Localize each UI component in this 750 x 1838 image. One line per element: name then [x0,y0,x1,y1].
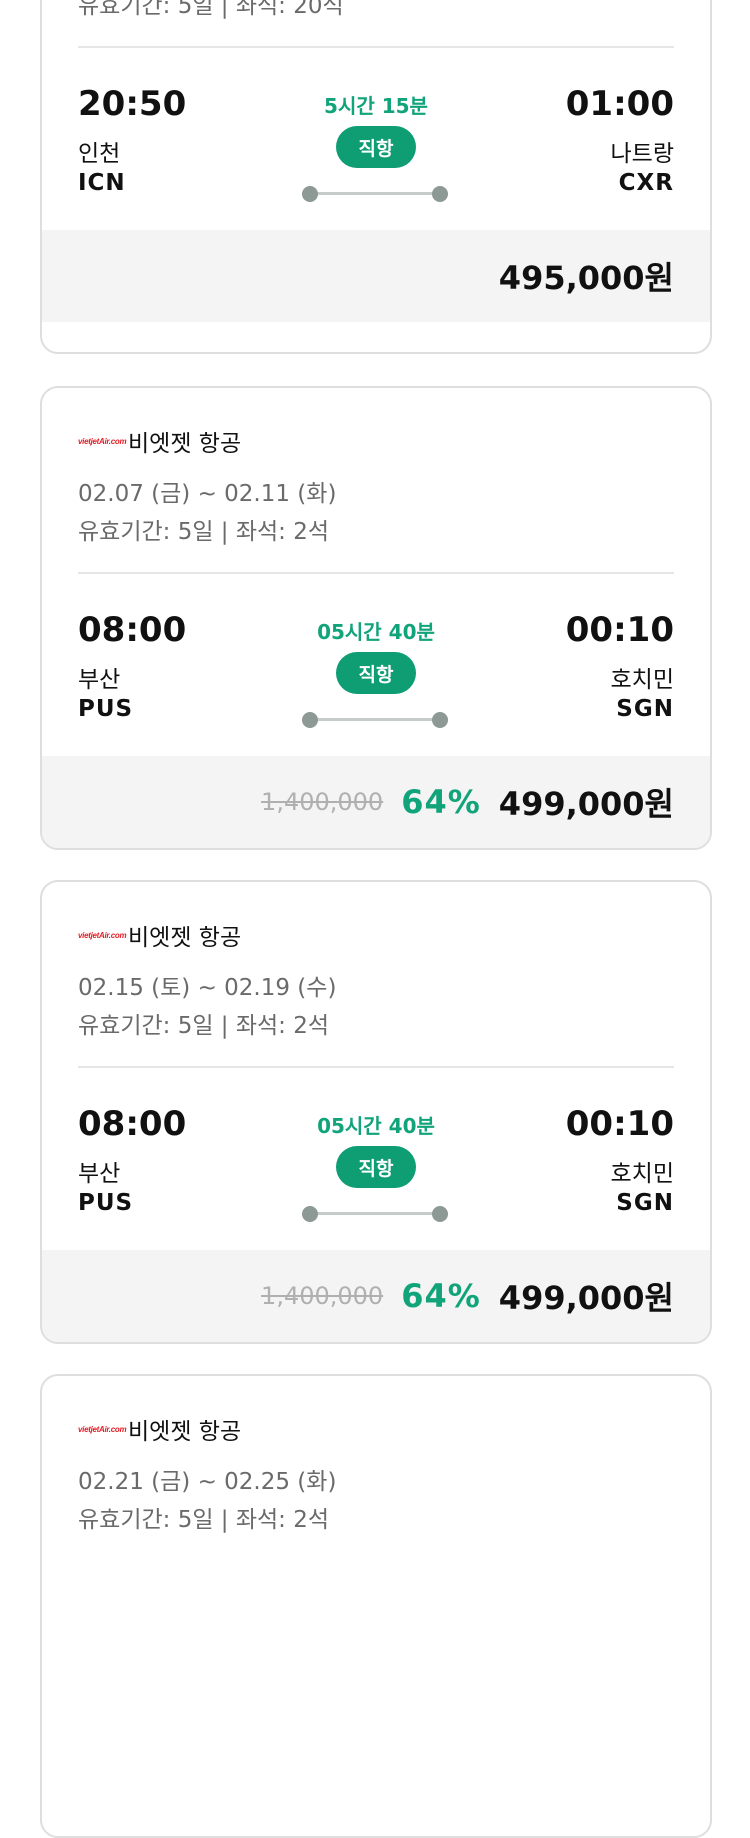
arrival-time: 00:10 [565,610,674,650]
airline-name: 비엣젯 항공 [128,925,242,951]
route-line [310,1212,442,1215]
arrival-time: 01:00 [565,84,674,124]
airline-name: 비엣젯 항공 [128,431,242,457]
arrival-city: 호치민 [610,667,674,693]
travel-dates: 02.07 (금) ~ 02.11 (화) [78,481,337,507]
route-line [310,718,442,721]
price-row: 495,000원 [463,230,674,322]
airline-name: 비엣젯 항공 [128,1419,242,1445]
departure-city: 인천 [78,141,121,167]
direct-flight-badge: 직항 [336,1146,416,1188]
airline-logo: vietjetAir.com [78,930,127,940]
flight-card[interactable]: vietjetAir.com 비엣젯 항공 02.21 (금) ~ 02.25 … [40,1374,712,1838]
airline-row: vietjetAir.com 비엣젯 항공 [78,426,242,457]
sale-price: 499,000원 [498,1279,674,1317]
flight-card[interactable]: 유효기간: 5일 | 좌석: 20석 20:50 인천 ICN 5시간 15분 … [40,0,712,354]
validity-seats: 유효기간: 5일 | 좌석: 2석 [78,1013,330,1039]
travel-dates: 02.15 (토) ~ 02.19 (수) [78,975,337,1001]
validity-seats: 유효기간: 5일 | 좌석: 2석 [78,519,330,545]
airline-logo: vietjetAir.com [78,1424,127,1434]
departure-code: PUS [78,1190,134,1216]
sale-price: 495,000원 [498,259,674,297]
price-row: 1,400,000 64% 499,000원 [261,756,674,848]
travel-dates: 02.21 (금) ~ 02.25 (화) [78,1469,337,1495]
flight-card[interactable]: vietjetAir.com 비엣젯 항공 02.07 (금) ~ 02.11 … [40,386,712,850]
flight-card[interactable]: vietjetAir.com 비엣젯 항공 02.15 (토) ~ 02.19 … [40,880,712,1344]
departure-code: ICN [78,170,126,196]
arrival-time: 00:10 [565,1104,674,1144]
arrival-code: SGN [616,696,674,722]
origin-dot-icon [302,1206,318,1222]
original-price: 1,400,000 [261,788,384,816]
price-bar: 1,400,000 64% 499,000원 [42,1250,710,1342]
direct-flight-badge: 직항 [336,652,416,694]
divider [78,1066,674,1068]
route-line [310,192,442,195]
destination-dot-icon [432,186,448,202]
airline-row: vietjetAir.com 비엣젯 항공 [78,1414,242,1445]
airline-logo: vietjetAir.com [78,436,127,446]
arrival-code: SGN [616,1190,674,1216]
destination-dot-icon [432,712,448,728]
validity-seats: 유효기간: 5일 | 좌석: 2석 [78,1507,330,1533]
airline-row: vietjetAir.com 비엣젯 항공 [78,920,242,951]
discount-rate: 64% [401,783,481,821]
validity-seats: 유효기간: 5일 | 좌석: 20석 [78,0,344,19]
arrival-code: CXR [618,170,674,196]
divider [78,46,674,48]
discount-rate: 64% [401,1277,481,1315]
price-row: 1,400,000 64% 499,000원 [261,1250,674,1342]
departure-city: 부산 [78,1161,121,1187]
price-bar: 495,000원 [42,230,710,322]
arrival-city: 나트랑 [610,141,674,167]
departure-city: 부산 [78,667,121,693]
sale-price: 499,000원 [498,785,674,823]
departure-code: PUS [78,696,134,722]
destination-dot-icon [432,1206,448,1222]
direct-flight-badge: 직항 [336,126,416,168]
origin-dot-icon [302,186,318,202]
original-price: 1,400,000 [261,1282,384,1310]
divider [78,572,674,574]
origin-dot-icon [302,712,318,728]
price-bar: 1,400,000 64% 499,000원 [42,756,710,848]
arrival-city: 호치민 [610,1161,674,1187]
